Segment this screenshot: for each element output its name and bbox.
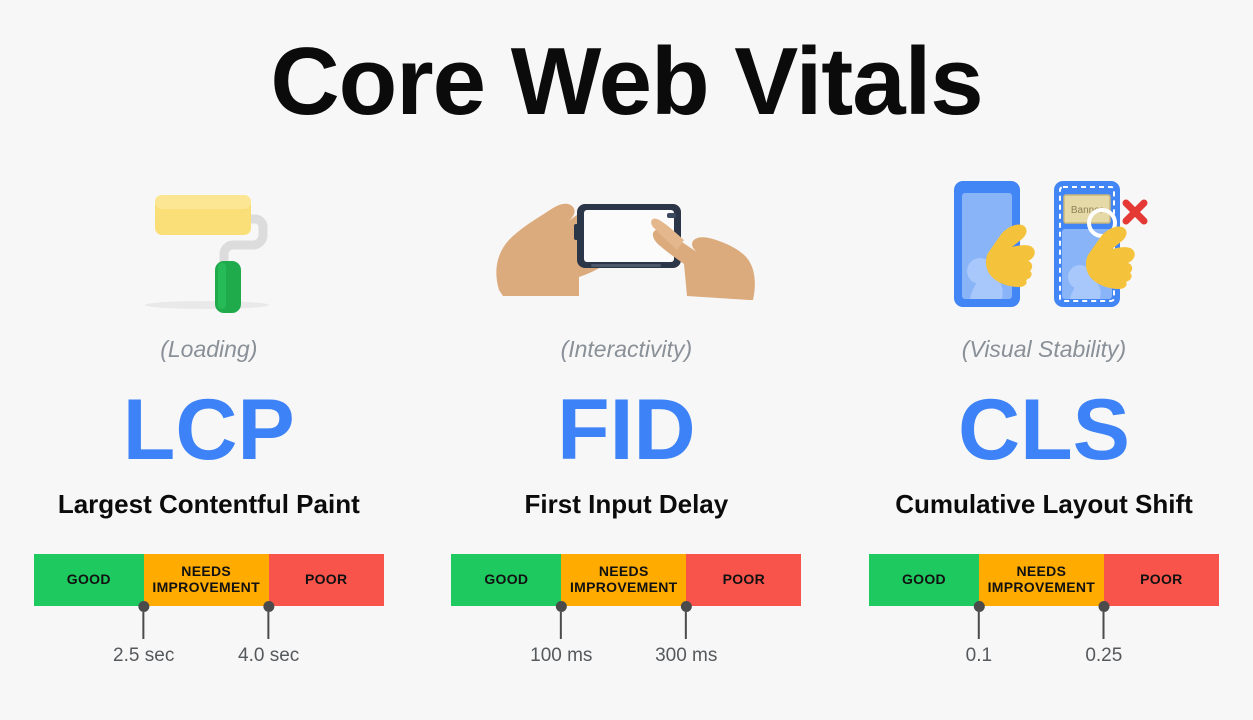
infographic-canvas: Core Web Vitals (Loading) LCP Largest Co… — [0, 0, 1253, 720]
segment-poor-label: POOR — [1140, 571, 1183, 588]
segment-poor-label: POOR — [722, 571, 765, 588]
threshold-tick-needs-max: 4.0 sec — [238, 601, 300, 667]
rating-bar-lcp: GOOD NEEDS IMPROVEMENT POOR 2.5 sec 4.0 … — [33, 554, 384, 666]
metric-card-fid: (Interactivity) FID First Input Delay GO… — [418, 168, 836, 666]
threshold-label: 0.25 — [1085, 645, 1123, 666]
rating-bar-cls: GOOD NEEDS IMPROVEMENT POOR 0.1 0.25 — [868, 554, 1219, 666]
threshold-tick-needs-max: 300 ms — [655, 601, 718, 667]
segment-good: GOOD — [868, 554, 979, 606]
tick-dot-icon — [138, 601, 150, 612]
layout-shift-svg: Banner — [954, 181, 1148, 307]
layout-shift-phones-icon: Banner — [914, 168, 1174, 318]
tick-dot-icon — [1098, 601, 1110, 612]
red-x-icon — [1122, 199, 1148, 225]
metric-card-cls: Banner (Visual Stability) CLS Cumulative… — [835, 168, 1253, 666]
threshold-tick-good-max: 0.1 — [965, 601, 993, 667]
segment-poor: POOR — [686, 554, 802, 606]
threshold-label: 2.5 sec — [113, 645, 175, 666]
segment-good-label: GOOD — [66, 571, 111, 588]
hands-phone-svg — [496, 203, 756, 300]
metric-acronym: FID — [557, 382, 696, 478]
threshold-label: 0.1 — [965, 645, 993, 666]
metric-category-label: (Visual Stability) — [961, 336, 1127, 362]
metric-acronym: LCP — [122, 382, 295, 478]
metric-full-name: Largest Contentful Paint — [57, 489, 360, 519]
paint-roller-svg — [144, 195, 269, 313]
segment-needs-label-line2: IMPROVEMENT — [152, 579, 260, 595]
tick-dot-icon — [263, 601, 275, 612]
segment-needs-label-line2: IMPROVEMENT — [569, 579, 678, 595]
segment-good: GOOD — [33, 554, 144, 606]
rating-bar-track: GOOD NEEDS IMPROVEMENT POOR — [33, 554, 384, 606]
threshold-ticks: 2.5 sec 4.0 sec — [34, 601, 384, 667]
metric-category-label: (Interactivity) — [560, 336, 693, 362]
threshold-label: 100 ms — [530, 645, 593, 666]
tick-stem — [560, 612, 563, 639]
metric-full-name: Cumulative Layout Shift — [895, 489, 1193, 519]
threshold-tick-good-max: 100 ms — [530, 601, 593, 667]
segment-needs-label-line1: NEEDS — [1016, 563, 1067, 580]
segment-good: GOOD — [451, 554, 562, 606]
tick-stem — [142, 612, 145, 639]
tick-dot-icon — [973, 601, 985, 612]
segment-needs-label-line1: NEEDS — [181, 563, 232, 580]
segment-needs-label: NEEDS IMPROVEMENT — [987, 563, 1096, 596]
segment-needs-label-line1: NEEDS — [598, 563, 649, 580]
threshold-ticks: 0.1 0.25 — [869, 601, 1219, 667]
segment-poor: POOR — [268, 554, 384, 606]
metric-acronym: CLS — [957, 382, 1130, 478]
page-title: Core Web Vitals — [270, 28, 983, 135]
metric-category-label: (Loading) — [160, 336, 258, 362]
segment-needs-label: NEEDS IMPROVEMENT — [569, 563, 678, 596]
segment-needs-improvement: NEEDS IMPROVEMENT — [143, 554, 269, 606]
tick-stem — [1102, 612, 1105, 639]
metric-full-name: First Input Delay — [524, 489, 729, 519]
rating-bar-track: GOOD NEEDS IMPROVEMENT POOR — [868, 554, 1219, 606]
rating-bar-fid: GOOD NEEDS IMPROVEMENT POOR 100 ms 300 m… — [451, 554, 802, 666]
threshold-tick-good-max: 2.5 sec — [113, 601, 175, 667]
threshold-label: 4.0 sec — [238, 645, 300, 666]
segment-poor: POOR — [1103, 554, 1219, 606]
segment-needs-label: NEEDS IMPROVEMENT — [152, 563, 260, 596]
segment-good-label: GOOD — [901, 571, 946, 588]
tick-stem — [977, 612, 980, 639]
segment-needs-label-line2: IMPROVEMENT — [987, 579, 1096, 595]
metric-card-lcp: (Loading) LCP Largest Contentful Paint G… — [0, 168, 418, 666]
tick-dot-icon — [680, 601, 692, 612]
rating-bar-track: GOOD NEEDS IMPROVEMENT POOR — [451, 554, 802, 606]
tick-stem — [685, 612, 688, 639]
metrics-row: (Loading) LCP Largest Contentful Paint G… — [0, 168, 1253, 666]
paint-roller-icon — [79, 168, 339, 318]
segment-good-label: GOOD — [484, 571, 529, 588]
threshold-tick-needs-max: 0.25 — [1085, 601, 1123, 667]
threshold-ticks: 100 ms 300 ms — [451, 601, 801, 667]
segment-needs-improvement: NEEDS IMPROVEMENT — [561, 554, 687, 606]
tick-stem — [267, 612, 270, 639]
tick-dot-icon — [555, 601, 567, 612]
hands-tapping-phone-icon — [496, 168, 756, 318]
segment-needs-improvement: NEEDS IMPROVEMENT — [978, 554, 1104, 606]
threshold-label: 300 ms — [655, 645, 718, 666]
segment-poor-label: POOR — [304, 571, 348, 588]
